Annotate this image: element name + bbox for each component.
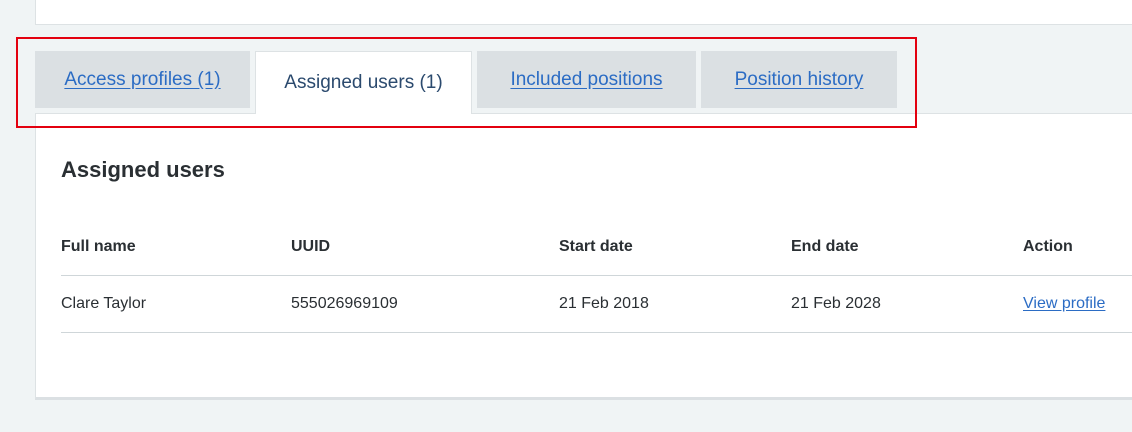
top-panel — [35, 0, 1132, 25]
tab-strip: Access profiles (1) Assigned users (1) I… — [35, 51, 902, 114]
assigned-users-table: Full name UUID Start date End date Actio… — [61, 219, 1132, 333]
tab-assigned-users-label: Assigned users (1) — [284, 72, 443, 93]
tab-included-positions[interactable]: Included positions — [477, 51, 696, 108]
panel-title: Assigned users — [61, 157, 225, 182]
tab-position-history-label: Position history — [734, 68, 864, 90]
cell-uuid: 555026969109 — [291, 295, 398, 312]
column-header-end-date: End date — [791, 238, 859, 255]
assigned-users-panel: Assigned users Full name UUID Start date… — [35, 113, 1132, 400]
tab-access-profiles-label: Access profiles (1) — [64, 68, 221, 90]
page: Access profiles (1) Assigned users (1) I… — [0, 0, 1132, 432]
view-profile-link[interactable]: View profile — [1023, 295, 1105, 313]
tab-assigned-users[interactable]: Assigned users (1) — [255, 51, 472, 114]
tab-position-history[interactable]: Position history — [701, 51, 897, 108]
table-header-row: Full name UUID Start date End date Actio… — [61, 219, 1132, 276]
cell-start-date: 21 Feb 2018 — [559, 295, 649, 312]
cell-full-name: Clare Taylor — [61, 295, 147, 312]
tab-access-profiles[interactable]: Access profiles (1) — [35, 51, 250, 108]
column-header-action: Action — [1023, 238, 1073, 255]
column-header-full-name: Full name — [61, 238, 136, 255]
column-header-start-date: Start date — [559, 238, 633, 255]
table-row: Clare Taylor 555026969109 21 Feb 2018 21… — [61, 276, 1132, 333]
cell-end-date: 21 Feb 2028 — [791, 295, 881, 312]
column-header-uuid: UUID — [291, 238, 331, 255]
tab-included-positions-label: Included positions — [510, 68, 663, 90]
cell-action: View profile — [1023, 276, 1105, 332]
